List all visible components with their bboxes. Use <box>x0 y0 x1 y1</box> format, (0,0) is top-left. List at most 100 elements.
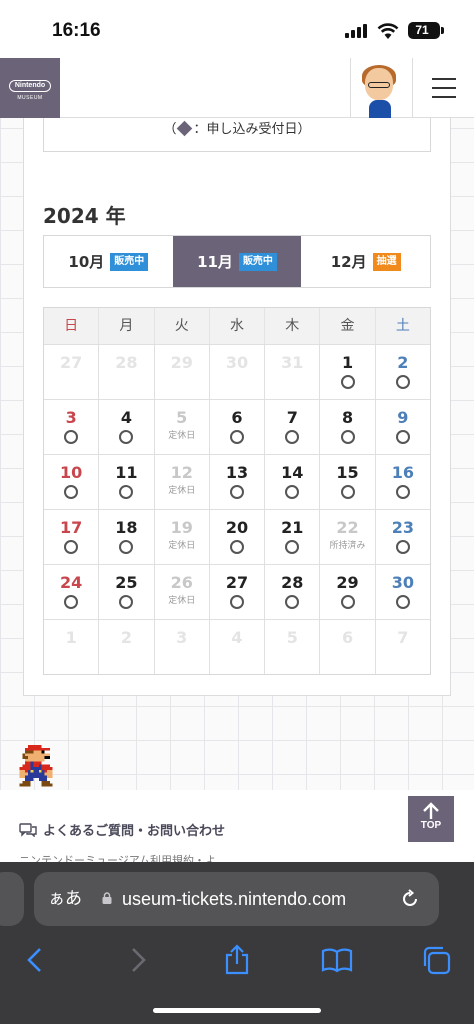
day-number: 5 <box>286 628 298 647</box>
terms-link-partial[interactable]: ニンテンドーミュージアム利用規約・よ <box>19 854 216 862</box>
share-icon[interactable] <box>221 944 253 976</box>
calendar-day[interactable]: 14 <box>264 455 319 509</box>
weekday-mon: 月 <box>98 308 153 344</box>
arrow-up-icon <box>423 802 439 819</box>
calendar-day[interactable]: 16 <box>374 455 430 509</box>
calendar-day[interactable]: 9 <box>374 400 430 454</box>
calendar-day[interactable]: 1 <box>319 345 374 399</box>
day-number: 4 <box>120 408 132 427</box>
calendar-day[interactable]: 11 <box>98 455 153 509</box>
back-icon[interactable] <box>20 944 52 976</box>
day-number: 20 <box>225 518 249 537</box>
legend-text: ：申し込み受付日） <box>193 122 311 137</box>
available-circle-icon <box>395 485 410 499</box>
account-button[interactable] <box>350 58 412 118</box>
legend-prefix: （ <box>163 122 177 137</box>
hamburger-menu-icon <box>432 78 456 80</box>
calendar-day[interactable]: 24 <box>44 565 98 619</box>
calendar-day[interactable]: 20 <box>208 510 264 564</box>
day-number: 5 <box>176 408 188 427</box>
day-number: 13 <box>225 463 249 482</box>
hamburger-line <box>432 96 456 98</box>
hamburger-line <box>432 87 456 89</box>
calendar-day[interactable]: 21 <box>264 510 319 564</box>
day-number: 3 <box>65 408 77 427</box>
browser-toolbar <box>0 938 474 988</box>
tab-december[interactable]: 12月 抽選 <box>301 236 430 287</box>
calendar-day[interactable]: 15 <box>319 455 374 509</box>
menu-button[interactable] <box>412 58 474 118</box>
calendar-week: 1 2 3 4 5 6 7 <box>44 619 430 674</box>
day-number: 11 <box>115 463 138 482</box>
calendar-day[interactable]: 2 <box>374 345 430 399</box>
available-circle-icon <box>64 595 79 609</box>
day-number: 1 <box>341 353 354 372</box>
weekday-sun: 日 <box>64 318 79 334</box>
calendar-day[interactable]: 25 <box>98 565 153 619</box>
tab-november[interactable]: 11月 販売中 <box>172 236 302 287</box>
calendar-day[interactable]: 27 <box>208 565 264 619</box>
available-circle-icon <box>119 540 134 554</box>
calendar-grid: 日 月 火 水 木 金 土 27 28 29 30 31 1 2 3 4 5 定休日 6 7 8 9 10 11… <box>43 307 431 675</box>
previous-tab-preview[interactable] <box>0 872 24 926</box>
day-number: 12 <box>170 463 193 482</box>
calendar-day[interactable]: 4 <box>98 400 153 454</box>
day-number: 19 <box>170 518 193 537</box>
available-circle-icon <box>119 595 134 609</box>
calendar-day: 1 <box>44 620 98 674</box>
address-bar[interactable]: ぁあ useum-tickets.nintendo.com <box>34 872 439 926</box>
calendar-day[interactable]: 6 <box>208 400 264 454</box>
day-number: 4 <box>231 628 243 647</box>
calendar-day[interactable]: 3 <box>44 400 98 454</box>
calendar-day[interactable]: 30 <box>374 565 430 619</box>
day-number: 18 <box>115 518 138 537</box>
calendar-day[interactable]: 7 <box>264 400 319 454</box>
page-settings-button[interactable]: ぁあ <box>48 872 82 926</box>
logo-subtext: MUSEUM <box>17 95 43 101</box>
avatar-body <box>369 100 391 118</box>
day-number: 29 <box>170 353 193 372</box>
calendar-day[interactable]: 8 <box>319 400 374 454</box>
available-circle-icon <box>119 430 134 444</box>
weekday-fri: 金 <box>319 308 374 344</box>
day-note: 定休日 <box>168 431 196 441</box>
calendar-day[interactable]: 17 <box>44 510 98 564</box>
tabs-icon[interactable] <box>421 944 453 976</box>
top-label: TOP <box>420 820 442 831</box>
calendar-card: （：申し込み受付日） 2024 年 10月 販売中 11月 販売中 12月 抽選… <box>23 118 451 696</box>
calendar-day: 30 <box>208 345 264 399</box>
day-number: 1 <box>65 628 77 647</box>
nintendo-museum-logo[interactable]: Nintendo MUSEUM <box>0 58 60 118</box>
calendar-day: 7 <box>374 620 430 674</box>
calendar-day: 19 定休日 <box>153 510 209 564</box>
url-text[interactable]: useum-tickets.nintendo.com <box>122 872 346 926</box>
scroll-top-button[interactable]: TOP <box>408 796 454 842</box>
calendar-day[interactable]: 23 <box>374 510 430 564</box>
calendar-day: 22 所持済み <box>319 510 374 564</box>
home-indicator <box>153 1008 321 1013</box>
day-number: 9 <box>397 408 409 427</box>
faq-link[interactable]: よくあるご質問・お問い合わせ <box>19 820 225 839</box>
tab-label: 12月 <box>330 253 367 271</box>
reload-icon[interactable] <box>400 889 420 909</box>
tab-october[interactable]: 10月 販売中 <box>44 236 173 287</box>
calendar-weeks: 27 28 29 30 31 1 2 3 4 5 定休日 6 7 8 9 10 11 12 定休日 13 14 15 16 1… <box>44 344 430 674</box>
calendar-day: 29 <box>153 345 209 399</box>
calendar-day[interactable]: 10 <box>44 455 98 509</box>
available-circle-icon <box>64 485 79 499</box>
day-number: 16 <box>391 463 414 482</box>
forward-icon[interactable] <box>121 944 153 976</box>
calendar-week: 17 18 19 定休日 20 21 22 所持済み 23 <box>44 509 430 564</box>
calendar-day[interactable]: 29 <box>319 565 374 619</box>
sale-badge: 販売中 <box>110 252 149 271</box>
calendar-day[interactable]: 13 <box>208 455 264 509</box>
calendar-day[interactable]: 18 <box>98 510 153 564</box>
day-number: 24 <box>60 573 83 592</box>
calendar-day[interactable]: 28 <box>264 565 319 619</box>
day-number: 26 <box>170 573 193 592</box>
bookmarks-icon[interactable] <box>321 944 353 976</box>
available-circle-icon <box>340 430 355 444</box>
day-number: 7 <box>286 408 298 427</box>
available-circle-icon <box>395 430 410 444</box>
calendar-day: 6 <box>319 620 374 674</box>
